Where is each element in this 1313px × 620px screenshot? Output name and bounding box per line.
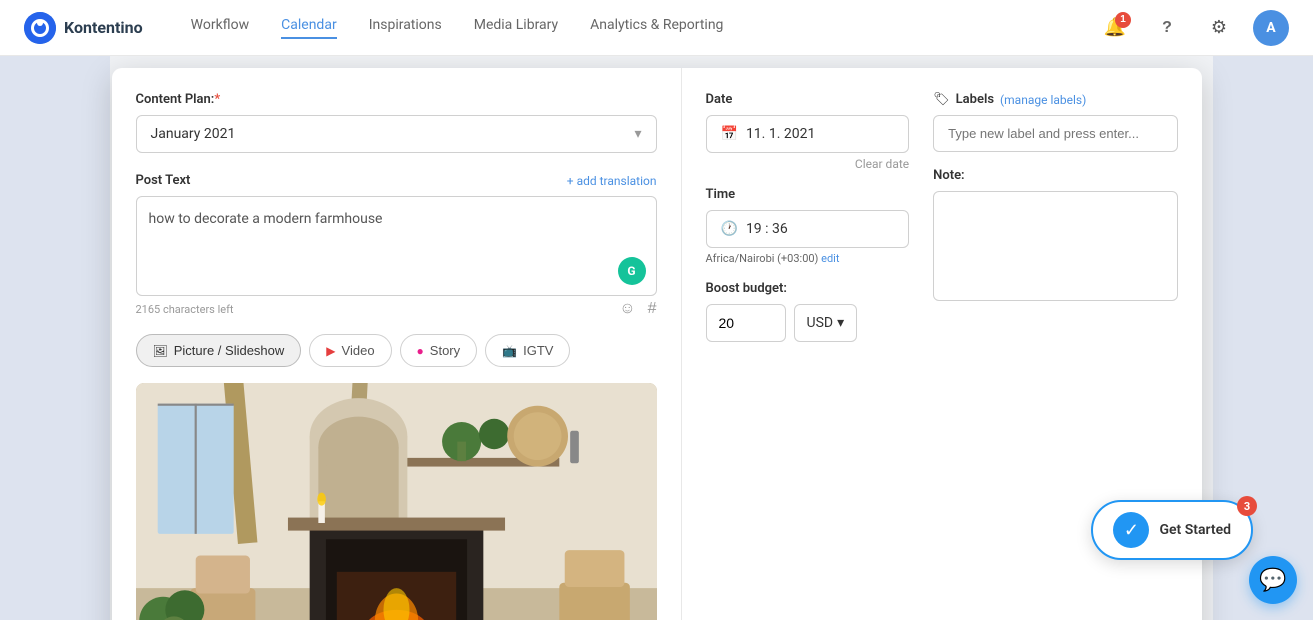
add-translation-link[interactable]: + add translation — [567, 174, 657, 188]
manage-labels-link[interactable]: (manage labels) — [1000, 93, 1086, 107]
labels-note-section: 🏷 Labels (manage labels) Note: — [933, 92, 1177, 342]
chars-left: 2165 characters left — [136, 303, 234, 316]
textarea-footer: 2165 characters left ☺ # — [136, 300, 657, 318]
textarea-actions: ☺ # — [619, 300, 656, 318]
right-sections: Date 📅 11. 1. 2021 Clear date Time 🕐 19 … — [706, 92, 1178, 342]
labels-heading: Labels — [956, 92, 994, 107]
logo-text: Kontentino — [64, 18, 143, 37]
timezone-edit-link[interactable]: edit — [821, 252, 839, 265]
nav-media-library[interactable]: Media Library — [474, 17, 558, 39]
video-icon: ▶ — [326, 344, 335, 358]
left-column: Content Plan:* January 2021 ▾ Post Text … — [112, 68, 682, 620]
igtv-icon: 📺 — [502, 344, 517, 358]
hashtag-button[interactable]: # — [648, 300, 657, 318]
get-started-label: Get Started — [1159, 522, 1231, 538]
notification-button[interactable]: 🔔 1 — [1097, 10, 1133, 46]
content-plan-select[interactable]: January 2021 ▾ — [136, 115, 657, 153]
nav-inspirations[interactable]: Inspirations — [369, 17, 442, 39]
avatar-letter: A — [1266, 20, 1275, 36]
nav-calendar[interactable]: Calendar — [281, 17, 337, 39]
nav-icons: 🔔 1 ? ⚙ A — [1097, 10, 1289, 46]
help-button[interactable]: ? — [1149, 10, 1185, 46]
chevron-down-icon: ▾ — [634, 126, 641, 142]
note-label: Note: — [933, 168, 1177, 183]
get-started-check-icon: ✓ — [1113, 512, 1149, 548]
form-body: Content Plan:* January 2021 ▾ Post Text … — [112, 68, 1202, 620]
avatar[interactable]: A — [1253, 10, 1289, 46]
post-text-header: Post Text + add translation — [136, 173, 657, 188]
nav-analytics[interactable]: Analytics & Reporting — [590, 17, 723, 39]
timezone-info: Africa/Nairobi (+03:00) edit — [706, 252, 910, 265]
date-picker[interactable]: 📅 11. 1. 2021 — [706, 115, 910, 153]
post-type-igtv[interactable]: 📺 IGTV — [485, 334, 570, 367]
emoji-button[interactable]: ☺ — [619, 300, 635, 318]
top-navigation: Kontentino Workflow Calendar Inspiration… — [0, 0, 1313, 56]
post-text-area[interactable]: how to decorate a modern farmhouse G — [136, 196, 657, 296]
get-started-badge: 3 — [1237, 496, 1257, 516]
room-image-preview — [136, 383, 657, 620]
grammarly-icon: G — [618, 257, 646, 285]
post-text-label: Post Text — [136, 173, 191, 188]
nav-workflow[interactable]: Workflow — [191, 17, 250, 39]
time-field-label: Time — [706, 187, 910, 202]
gear-icon: ⚙ — [1211, 17, 1227, 38]
content-plan-label: Content Plan:* — [136, 92, 657, 107]
boost-amount-input[interactable] — [706, 304, 786, 342]
date-time-section: Date 📅 11. 1. 2021 Clear date Time 🕐 19 … — [706, 92, 910, 342]
clear-date-button[interactable]: Clear date — [706, 157, 910, 171]
tag-icon: 🏷 — [933, 92, 950, 107]
label-input[interactable] — [933, 115, 1177, 152]
time-picker[interactable]: 🕐 19 : 36 — [706, 210, 910, 248]
get-started-button[interactable]: ✓ Get Started 3 — [1091, 500, 1253, 560]
picture-icon: 🖼 — [153, 344, 168, 358]
form-modal: Content Plan:* January 2021 ▾ Post Text … — [112, 68, 1202, 620]
post-type-video[interactable]: ▶ Video — [309, 334, 391, 367]
clock-icon: 🕐 — [721, 221, 738, 237]
date-field-label: Date — [706, 92, 910, 107]
nav-links: Workflow Calendar Inspirations Media Lib… — [191, 17, 1097, 39]
calendar-icon: 📅 — [721, 126, 738, 142]
post-type-story[interactable]: ● Story — [400, 334, 478, 367]
note-textarea[interactable] — [933, 191, 1177, 301]
post-text-input[interactable]: how to decorate a modern farmhouse — [149, 209, 644, 279]
post-type-picture-slideshow[interactable]: 🖼 Picture / Slideshow — [136, 334, 302, 367]
chat-bubble-button[interactable]: 💬 — [1249, 556, 1297, 604]
chat-icon: 💬 — [1259, 568, 1286, 593]
boost-label: Boost budget: — [706, 281, 910, 296]
post-type-tabs: 🖼 Picture / Slideshow ▶ Video ● Story 📺 … — [136, 334, 657, 367]
boost-field: USD ▾ — [706, 304, 910, 342]
notification-badge: 1 — [1115, 12, 1131, 28]
chevron-down-icon: ▾ — [837, 315, 844, 331]
currency-select[interactable]: USD ▾ — [794, 304, 858, 342]
labels-header: 🏷 Labels (manage labels) — [933, 92, 1177, 107]
logo-icon — [24, 12, 56, 44]
story-icon: ● — [417, 344, 424, 358]
logo[interactable]: Kontentino — [24, 12, 143, 44]
settings-button[interactable]: ⚙ — [1201, 10, 1237, 46]
help-icon: ? — [1162, 19, 1172, 37]
